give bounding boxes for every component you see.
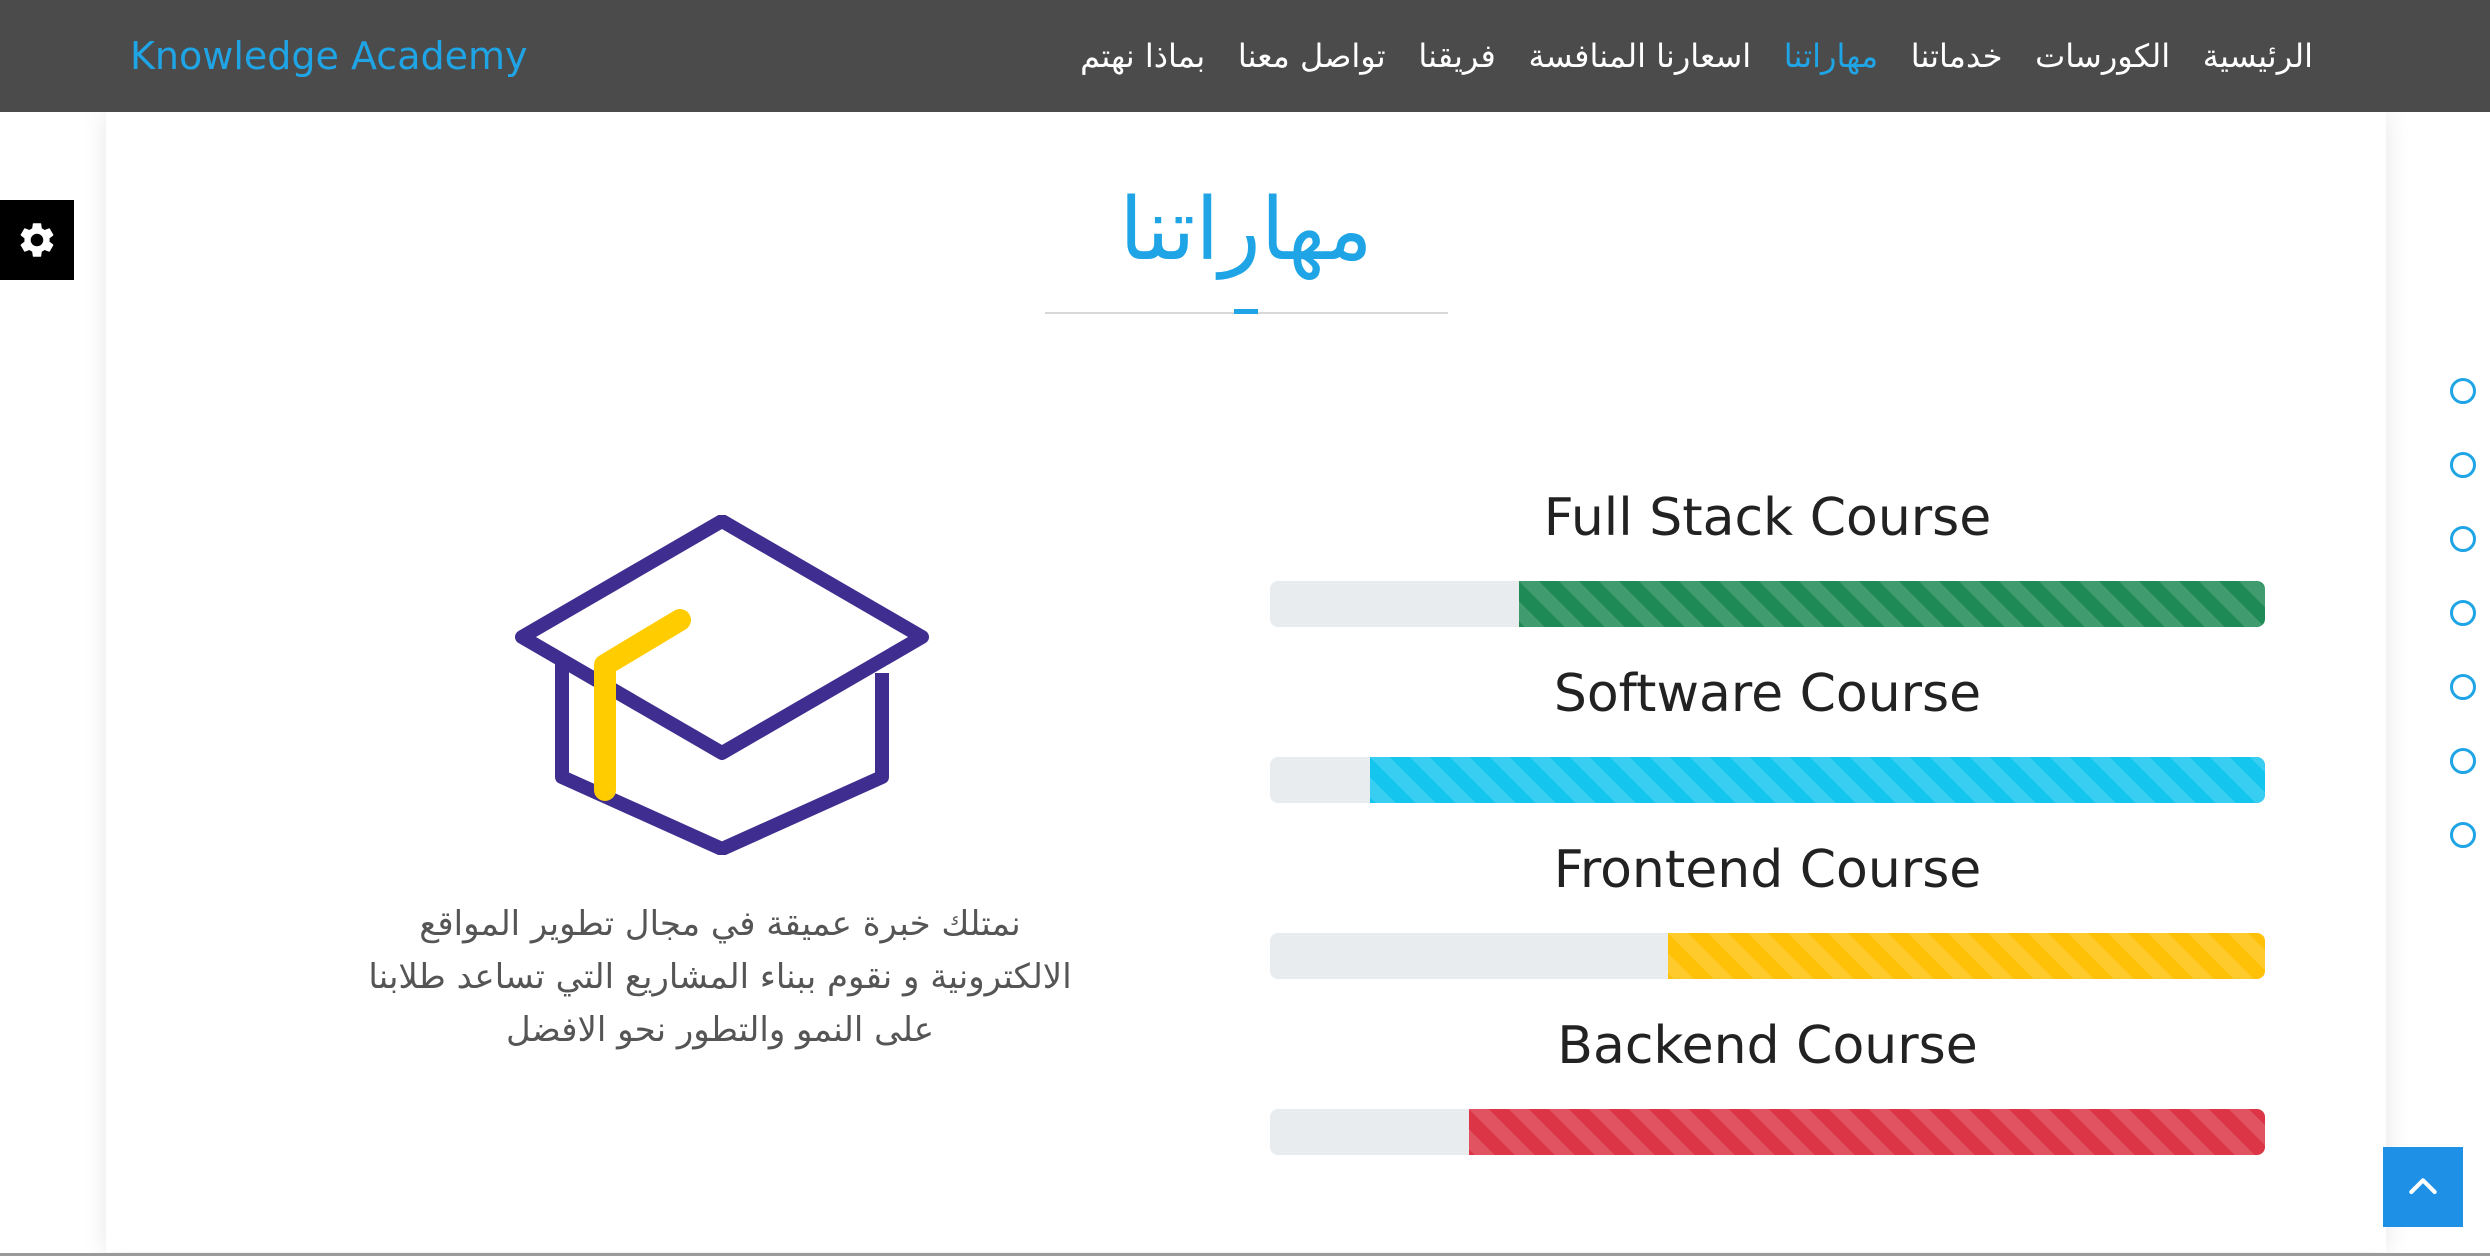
intro-text: نمتلك خبرة عميقة في مجال تطوير المواقع ا… — [330, 898, 1110, 1057]
navbar: Knowledge Academy الرئيسية الكورسات خدما… — [0, 0, 2490, 112]
nav-link-services[interactable]: خدماتنا — [1911, 37, 2003, 75]
nav-link-home[interactable]: الرئيسية — [2203, 37, 2313, 75]
section-nav-dot[interactable] — [2450, 600, 2476, 626]
intro-line: الالكترونية و نقوم ببناء المشاريع التي ت… — [368, 957, 1072, 997]
gear-icon — [20, 223, 54, 257]
skill-name-full-stack: Full Stack Course — [1543, 488, 1992, 548]
skill-name-backend: Backend Course — [1557, 1016, 1978, 1076]
section-nav-dots — [2450, 378, 2482, 896]
section-nav-dot[interactable] — [2450, 526, 2476, 552]
intro-line: نمتلك خبرة عميقة في مجال تطوير المواقع — [419, 904, 1021, 944]
skill-bar-fill — [1668, 933, 2265, 979]
section-nav-dot[interactable] — [2450, 822, 2476, 848]
section-nav-dot[interactable] — [2450, 674, 2476, 700]
section-title: مهاراتنا — [1119, 180, 1373, 280]
nav-link-what-we-care[interactable]: بماذا نهتم — [1080, 37, 1205, 75]
skill-bar-fill — [1369, 757, 2265, 803]
brand-link[interactable]: Knowledge Academy — [130, 0, 527, 112]
nav-link-team[interactable]: فريقنا — [1418, 37, 1495, 75]
nav-link-skills[interactable]: مهاراتنا — [1784, 37, 1878, 75]
graduation-cap-icon — [515, 515, 929, 855]
nav-links: الرئيسية الكورسات خدماتنا مهاراتنا اسعار… — [1080, 0, 2313, 112]
title-divider-accent — [1234, 309, 1258, 314]
intro-line: على النمو والتطور نحو الافضل — [505, 1010, 935, 1050]
nav-link-pricing[interactable]: اسعارنا المنافسة — [1528, 37, 1751, 75]
settings-toggle-button[interactable] — [0, 200, 74, 280]
section-nav-dot[interactable] — [2450, 748, 2476, 774]
skill-bar-backend — [1270, 1109, 2265, 1155]
skill-bar-software — [1270, 757, 2265, 803]
skill-name-frontend: Frontend Course — [1553, 840, 1982, 900]
chevron-up-icon — [2409, 1178, 2437, 1195]
skill-name-software: Software Course — [1553, 664, 1982, 724]
skill-bar-frontend — [1270, 933, 2265, 979]
section-nav-dot[interactable] — [2450, 452, 2476, 478]
back-to-top-button[interactable] — [2383, 1147, 2463, 1227]
skill-bar-fill — [1469, 1109, 2265, 1155]
section-nav-dot[interactable] — [2450, 378, 2476, 404]
skill-bar-full-stack — [1270, 581, 2265, 627]
nav-link-contact[interactable]: تواصل معنا — [1238, 37, 1386, 75]
nav-link-courses[interactable]: الكورسات — [2035, 37, 2170, 75]
skill-bar-fill — [1518, 581, 2265, 627]
